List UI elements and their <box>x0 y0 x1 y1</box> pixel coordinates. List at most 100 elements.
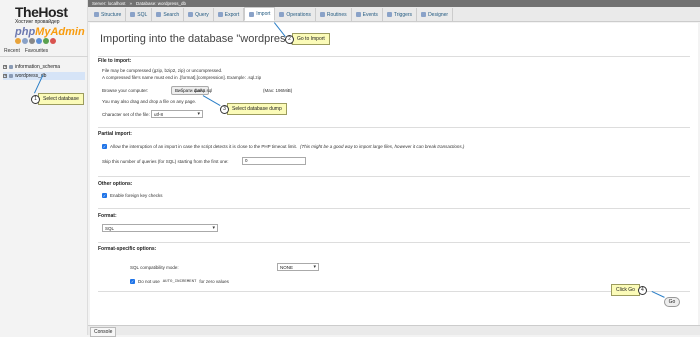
compression-note: File may be compressed (gzip, bzip2, zip… <box>102 68 223 73</box>
sidebar-item-information-schema[interactable]: + information_schema <box>3 64 60 70</box>
phpmyadmin-logo[interactable]: phpMyAdmin <box>15 26 85 38</box>
sidebar-item-wordpress-db[interactable]: + wordpress_db <box>3 72 85 80</box>
logout-icon[interactable] <box>22 38 28 44</box>
routines-icon <box>319 12 325 17</box>
wrench-icon <box>279 12 285 17</box>
foreign-key-checkbox[interactable]: ✓ Enable foreign key checks <box>102 193 163 198</box>
sidebar-item-label: information_schema <box>15 64 61 70</box>
file-section-heading: File to import: <box>98 58 132 64</box>
search-icon <box>156 12 162 17</box>
tab-label: Search <box>163 11 180 18</box>
callout-number: 2 <box>285 34 294 44</box>
tab-label: Events <box>362 11 378 18</box>
format-select[interactable]: SQL <box>102 224 218 232</box>
skip-queries-label: Skip this number of queries (for SQL) st… <box>102 159 229 164</box>
tab-operations[interactable]: Operations <box>275 8 316 21</box>
top-tabs: Structure SQL Search Query Export Import… <box>88 7 700 22</box>
drag-drop-note: You may also drag and drop a file on any… <box>102 99 197 104</box>
check-icon[interactable]: ✓ <box>102 193 107 198</box>
foreign-key-label: Enable foreign key checks <box>110 193 163 198</box>
thehost-logo-subtitle: Хостинг провайдер <box>15 19 60 25</box>
callout-label: Go to Import <box>292 33 330 45</box>
sql-icon <box>130 12 136 17</box>
structure-icon <box>94 12 99 17</box>
skip-queries-input[interactable]: 0 <box>242 157 306 165</box>
settings-icon[interactable] <box>43 38 49 44</box>
tab-designer[interactable]: Designer <box>417 8 454 21</box>
charset-select[interactable]: utf-8 <box>151 110 203 118</box>
page-title: Importing into the database "wordpress_d… <box>100 33 314 45</box>
pma-logo-part-b: MyAdmin <box>35 26 85 38</box>
compat-mode-select[interactable]: NONE <box>277 263 319 271</box>
compat-mode-label: SQL compatibility mode: <box>130 265 179 270</box>
section-divider <box>98 242 690 243</box>
tab-label: Export <box>224 11 240 18</box>
check-icon[interactable]: ✓ <box>130 279 135 284</box>
no-auto-increment-checkbox[interactable]: ✓ Do not use AUTO_INCREMENT for zero val… <box>130 279 229 284</box>
callout-4: 4 Click Go <box>611 284 647 296</box>
database-icon <box>9 65 13 69</box>
selected-file-name: dump.sql <box>194 88 213 93</box>
callout-label: Select database dump <box>227 103 287 115</box>
docs-icon[interactable] <box>36 38 42 44</box>
other-options-heading: Other options: <box>98 181 133 187</box>
auto-increment-code: AUTO_INCREMENT <box>162 279 197 284</box>
callout-2: 2 Go to Import <box>285 33 330 45</box>
browse-label: Browse your computer: <box>102 88 149 93</box>
database-icon <box>9 74 13 78</box>
callout-label: Select database <box>38 93 84 105</box>
tab-label: Query <box>195 11 209 18</box>
sidebar-divider <box>0 56 88 57</box>
triggers-icon <box>386 12 392 17</box>
charset-value: utf-8 <box>154 111 164 117</box>
tab-query[interactable]: Query <box>184 8 214 21</box>
tab-label: Routines <box>326 11 347 18</box>
callout-number: 1 <box>31 94 40 104</box>
breadcrumb-database[interactable]: Database: wordpress_db <box>136 1 186 6</box>
export-icon <box>217 12 223 17</box>
allow-interrupt-note: (This might be a good way to import larg… <box>300 144 465 149</box>
breadcrumb-server[interactable]: Server: localhost <box>92 1 126 6</box>
home-icon[interactable] <box>15 38 21 44</box>
allow-interrupt-label: Allow the interruption of an import in c… <box>110 144 298 149</box>
import-icon <box>249 11 255 17</box>
section-divider <box>98 176 690 177</box>
callout-number: 3 <box>220 104 229 114</box>
tab-export[interactable]: Export <box>213 8 245 21</box>
expand-icon[interactable]: + <box>3 74 7 78</box>
partial-section-heading: Partial import: <box>98 131 132 137</box>
thehost-logo[interactable]: TheHost <box>15 4 68 20</box>
tab-triggers[interactable]: Triggers <box>382 8 418 21</box>
tab-label: SQL <box>137 11 148 18</box>
tab-search[interactable]: Search <box>152 8 185 21</box>
console-bar: Console <box>88 325 700 337</box>
check-icon[interactable]: ✓ <box>102 144 107 149</box>
callout-number: 4 <box>637 285 647 295</box>
format-heading: Format: <box>98 213 117 219</box>
allow-interrupt-checkbox[interactable]: ✓ Allow the interruption of an import in… <box>102 144 464 149</box>
tab-events[interactable]: Events <box>351 8 383 21</box>
help-icon[interactable] <box>29 38 35 44</box>
clock-icon <box>355 12 361 17</box>
go-button[interactable]: Go <box>664 297 680 307</box>
tab-sql[interactable]: SQL <box>126 8 153 21</box>
reload-icon[interactable] <box>50 38 56 44</box>
tab-label: Operations <box>286 11 311 18</box>
import-panel: Importing into the database "wordpress_d… <box>90 23 698 325</box>
no-auto-increment-label-a: Do not use <box>138 279 160 284</box>
console-toggle[interactable]: Console <box>90 327 117 337</box>
callout-3: 3 Select database dump <box>220 103 287 115</box>
charset-label: Character set of the file: <box>102 112 150 117</box>
designer-icon <box>421 12 427 17</box>
sidebar-toolbar <box>15 38 56 44</box>
section-divider <box>98 291 690 292</box>
no-auto-increment-label-b: for zero values <box>199 279 229 284</box>
tab-routines[interactable]: Routines <box>315 8 352 21</box>
expand-icon[interactable]: + <box>3 65 7 69</box>
tab-label: Structure <box>101 11 122 18</box>
callout-1: 1 Select database <box>31 93 84 105</box>
tab-recent[interactable]: Recent <box>4 48 20 54</box>
tab-import[interactable]: Import <box>244 7 276 21</box>
tab-favourites[interactable]: Favourites <box>25 48 48 54</box>
tab-structure[interactable]: Structure <box>90 8 127 21</box>
